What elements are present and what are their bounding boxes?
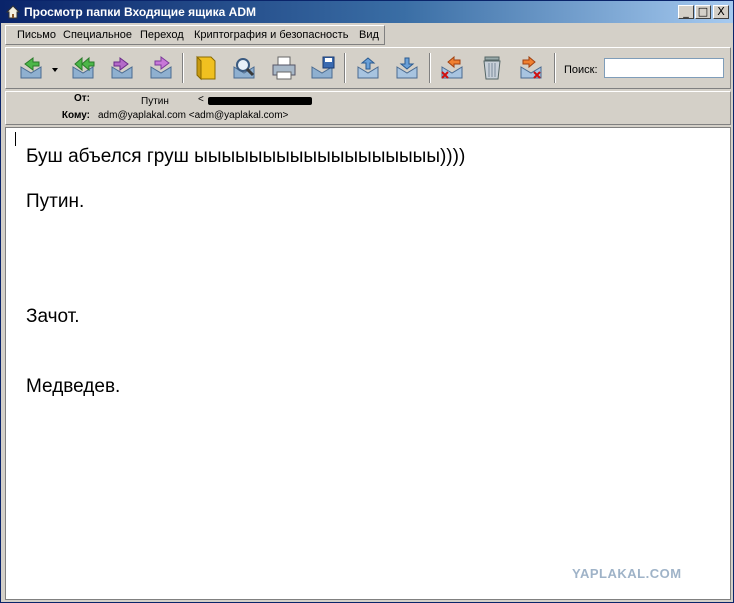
maximize-button[interactable]: □: [695, 5, 711, 19]
print-icon: [272, 56, 296, 80]
menu-view[interactable]: Вид: [359, 29, 379, 41]
house-icon: [6, 5, 20, 19]
message-line: Медведев.: [26, 376, 121, 397]
delete-forward-button[interactable]: [515, 53, 547, 83]
next-message-button[interactable]: [391, 53, 423, 83]
print-button[interactable]: [268, 53, 300, 83]
menu-crypto[interactable]: Криптография и безопасность: [194, 29, 348, 41]
save-icon: [311, 56, 335, 79]
to-value[interactable]: adm@yaplakal.com <adm@yaplakal.com>: [98, 110, 288, 121]
reply-all-button[interactable]: [67, 53, 99, 83]
menu-special[interactable]: Специальное: [63, 29, 132, 41]
redirect-icon: [150, 56, 172, 79]
to-label: Кому:: [61, 110, 90, 121]
message-line: Путин.: [26, 191, 85, 212]
reply-button[interactable]: [15, 53, 47, 83]
previous-message-button[interactable]: [352, 53, 384, 83]
forward-icon: [111, 57, 133, 79]
forward-button[interactable]: [106, 53, 138, 83]
window-title: Просмотр папки Входящие ящика ADM: [24, 5, 257, 19]
dropdown-arrow-icon: [52, 68, 58, 72]
save-button[interactable]: [307, 53, 339, 83]
find-message-icon: [233, 58, 255, 79]
search-label: Поиск:: [564, 64, 598, 76]
message-line: Зачот.: [26, 306, 80, 327]
close-button[interactable]: X: [713, 5, 729, 19]
trash-icon: [483, 56, 501, 80]
toolbar-separator: [344, 53, 346, 83]
text-cursor: [15, 132, 16, 146]
toolbar: Поиск:: [5, 47, 731, 89]
reply-all-icon: [72, 56, 95, 79]
address-book-icon: [196, 55, 216, 81]
message-line: Буш абъелся груш ыыыыыыыыыыыыыыыыыы)))): [26, 146, 466, 167]
delete-forward-icon: [520, 55, 542, 79]
toolbar-separator: [554, 53, 556, 83]
from-bracket: <: [198, 94, 204, 105]
message-body[interactable]: Буш абъелся груш ыыыыыыыыыыыыыыыыыы)))) …: [5, 127, 731, 600]
delete-message-button[interactable]: [436, 53, 468, 83]
trash-button[interactable]: [476, 53, 508, 83]
minimize-button[interactable]: _: [678, 5, 694, 19]
address-book-button[interactable]: [189, 53, 221, 83]
menu-letter[interactable]: Письмо: [17, 29, 56, 41]
search-input[interactable]: [604, 58, 724, 78]
find-message-button[interactable]: [228, 53, 260, 83]
menu-bar: Письмо Специальное Переход Криптография …: [5, 25, 385, 45]
menu-go[interactable]: Переход: [140, 29, 184, 41]
message-header: От: Путин < Кому: adm@yaplakal.com <adm@…: [5, 91, 731, 125]
previous-message-icon: [357, 57, 379, 79]
next-message-icon: [396, 57, 418, 79]
mail-window: Просмотр папки Входящие ящика ADM _ □ X …: [0, 0, 734, 603]
from-value[interactable]: Путин: [141, 96, 169, 107]
reply-icon: [20, 57, 42, 79]
toolbar-separator: [429, 53, 431, 83]
redacted-address: [208, 97, 312, 105]
title-bar[interactable]: Просмотр папки Входящие ящика ADM _ □ X: [1, 1, 733, 23]
reply-dropdown-button[interactable]: [48, 53, 60, 83]
redirect-button[interactable]: [145, 53, 177, 83]
toolbar-separator: [182, 53, 184, 83]
from-label: От:: [73, 93, 90, 104]
watermark: YAPLAKAL.COM: [572, 566, 682, 581]
delete-message-icon: [441, 55, 463, 79]
